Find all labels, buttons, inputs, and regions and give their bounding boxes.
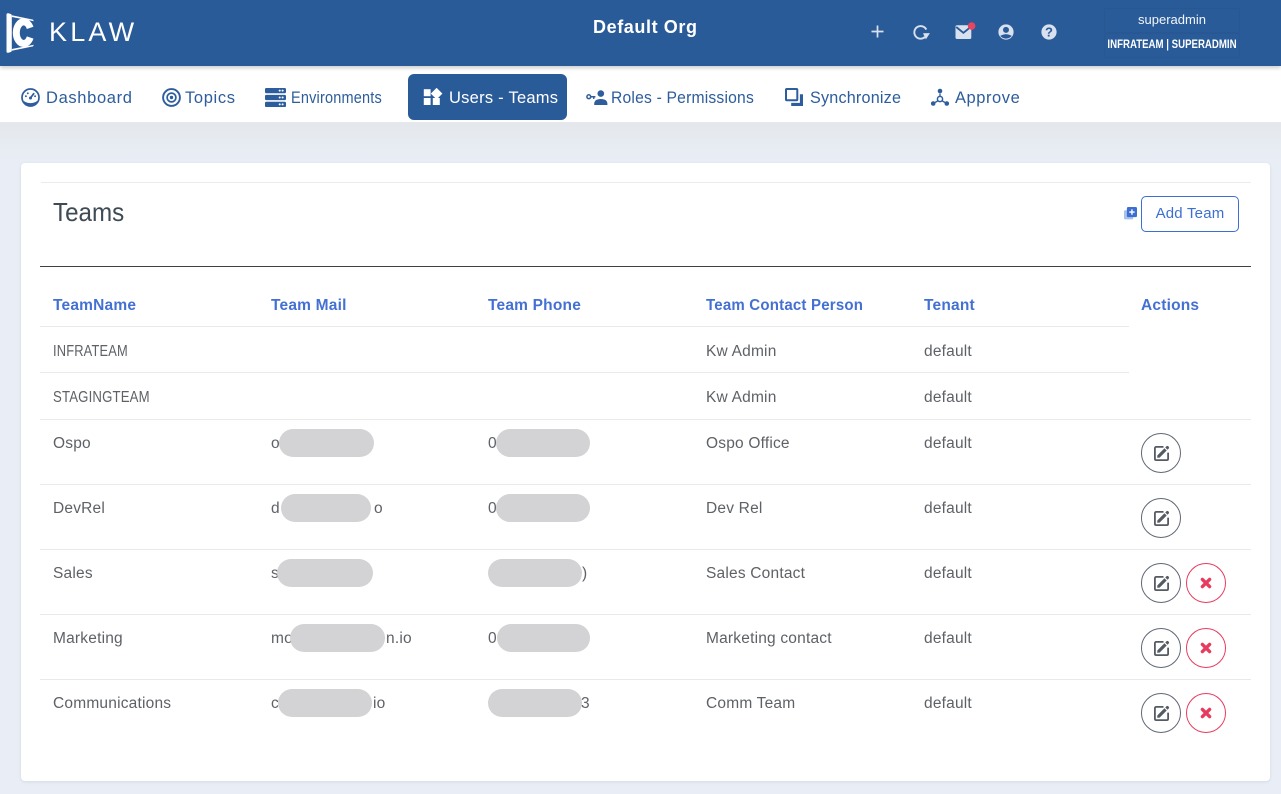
svg-text:?: ?: [1045, 25, 1053, 40]
